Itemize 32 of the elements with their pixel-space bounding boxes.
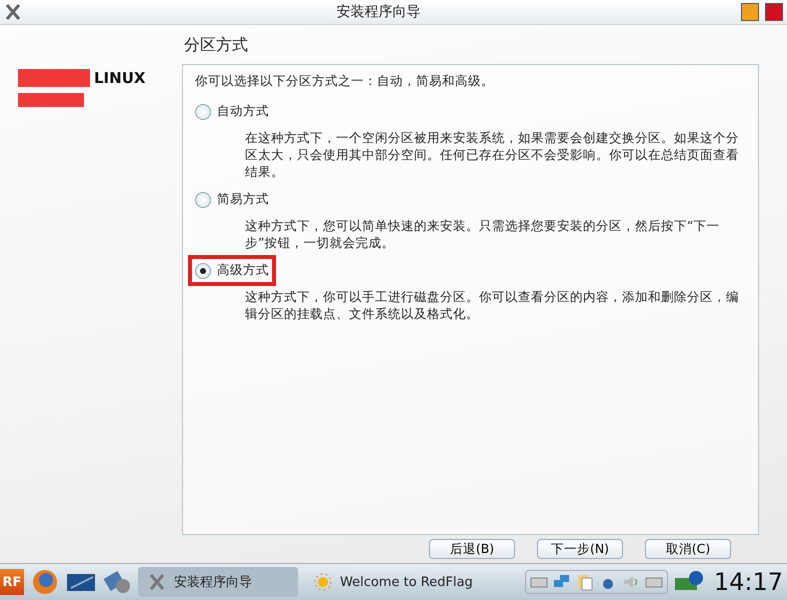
dialog-button[interactable]: 取消(C) <box>645 539 731 559</box>
sun-icon <box>314 573 332 591</box>
page-heading: 分区方式 <box>184 35 249 56</box>
speaker-icon[interactable] <box>622 573 640 591</box>
app-logo-icon <box>148 573 166 591</box>
logo-text: LINUX <box>94 69 146 87</box>
radio-option[interactable]: 自动方式 <box>188 96 276 127</box>
redaction-block <box>18 93 84 107</box>
option-description: 在这种方式下，一个空闲分区被用来安装系统，如果需要会创建交换分区。如果这个分区太大，只会使用其中部分空间。任何已存在分区不会受影响。你可以在总结页面查看结果。 <box>245 129 740 180</box>
radio-button[interactable] <box>195 192 211 208</box>
dialog-button[interactable]: 后退(B) <box>429 539 515 559</box>
radio-button[interactable] <box>195 104 211 120</box>
option-description: 这种方式下，你可以手工进行磁盘分区。你可以查看分区的内容，添加和删除分区，编辑分区的挂载点、文件系统以及格式化。 <box>245 288 740 322</box>
taskbar-task[interactable]: Welcome to RedFlag <box>304 567 483 597</box>
minimize-button[interactable] <box>741 3 759 21</box>
clock: 14:17 <box>714 568 783 596</box>
radio-button[interactable] <box>195 262 211 278</box>
option-description: 这种方式下，您可以简单快速的来安装。只需选择您要安装的分区，然后按下“下一步”按钮，一切就会完成。 <box>245 217 720 251</box>
radio-option[interactable]: 简易方式 <box>188 184 276 215</box>
option-label[interactable]: 自动方式 <box>217 103 269 120</box>
start-button[interactable]: RF <box>0 569 24 595</box>
taskbar-task[interactable]: 安装程序向导 <box>138 567 298 597</box>
app-logo-icon <box>4 3 22 21</box>
dialog-button[interactable]: 下一步(N) <box>537 539 623 559</box>
window-title: 安装程序向导 <box>336 3 422 21</box>
browser-icon[interactable] <box>30 568 60 596</box>
option-label[interactable]: 高级方式 <box>217 262 269 279</box>
media-icon[interactable] <box>102 568 132 596</box>
option-label[interactable]: 简易方式 <box>217 191 269 208</box>
clipboard-icon[interactable] <box>576 573 594 591</box>
redaction-block <box>18 69 90 87</box>
intro-text: 你可以选择以下分区方式之一：自动，简易和高级。 <box>195 73 495 90</box>
